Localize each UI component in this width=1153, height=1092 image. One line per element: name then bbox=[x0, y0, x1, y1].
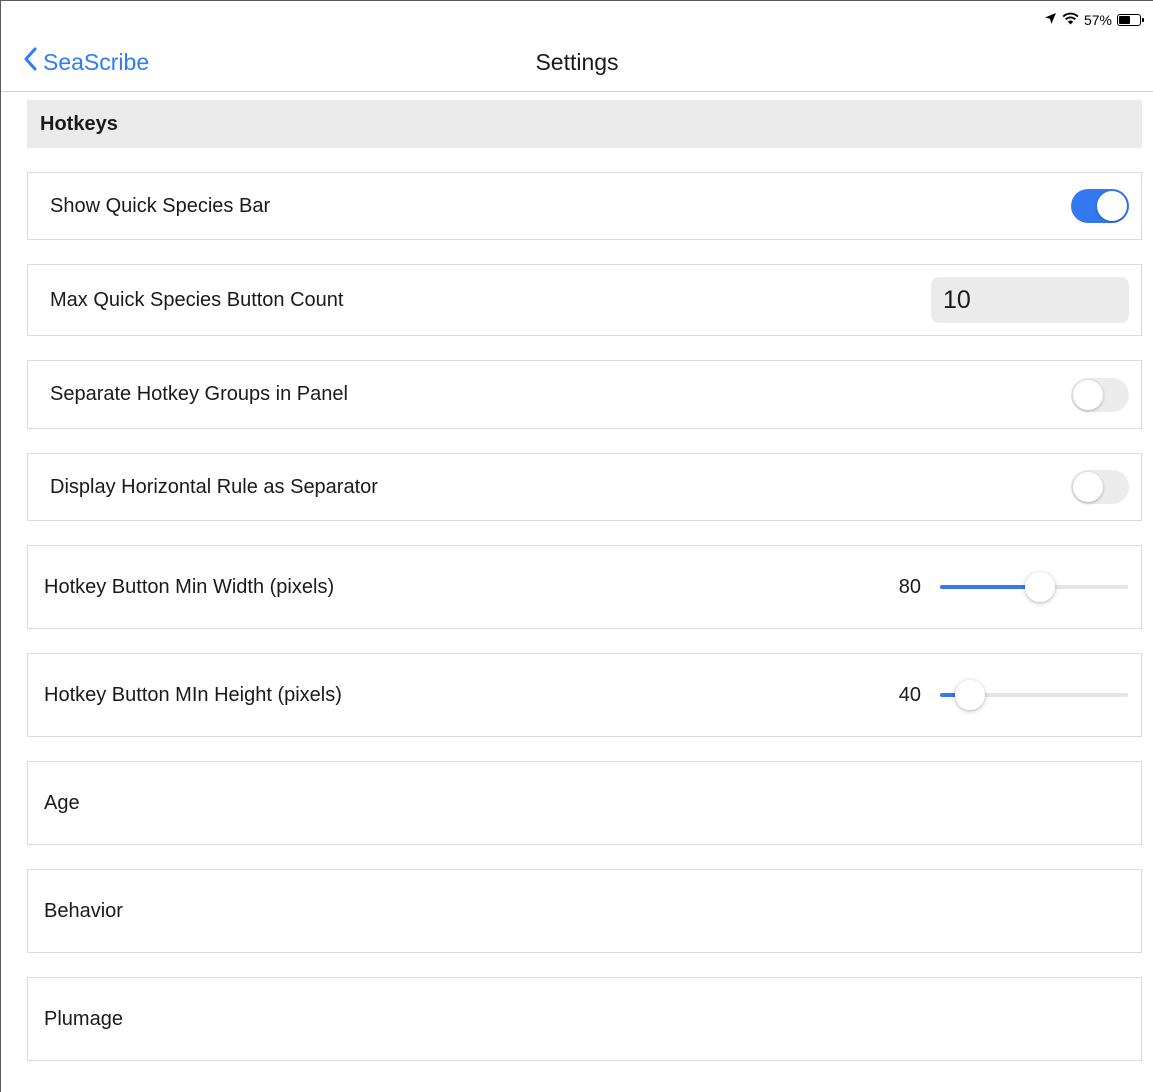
show-quick-species-bar-toggle[interactable] bbox=[1071, 189, 1129, 223]
app-window: 57% SeaScribe Settings Hotkeys Show Quic… bbox=[0, 0, 1153, 1092]
wifi-icon bbox=[1062, 12, 1079, 28]
location-arrow-icon bbox=[1044, 12, 1057, 28]
slider-thumb[interactable] bbox=[1024, 572, 1055, 602]
setting-row-behavior[interactable]: Behavior bbox=[27, 869, 1142, 953]
setting-row-plumage[interactable]: Plumage bbox=[27, 977, 1142, 1061]
separate-hotkey-groups-toggle[interactable] bbox=[1071, 377, 1129, 412]
battery-percent: 57% bbox=[1083, 12, 1112, 28]
setting-label: Age bbox=[44, 791, 80, 814]
setting-label: Plumage bbox=[44, 1007, 123, 1030]
toggle-knob bbox=[1097, 191, 1127, 221]
page-title: Settings bbox=[535, 49, 619, 75]
setting-label: Hotkey Button Min Width (pixels) bbox=[44, 575, 335, 598]
slider-value: 80 bbox=[898, 575, 921, 598]
setting-label: Max Quick Species Button Count bbox=[50, 288, 344, 311]
setting-row-age[interactable]: Age bbox=[27, 761, 1142, 845]
display-horizontal-rule-toggle[interactable] bbox=[1071, 470, 1129, 504]
navigation-bar: SeaScribe Settings bbox=[1, 39, 1153, 92]
setting-label: Display Horizontal Rule as Separator bbox=[50, 475, 378, 498]
setting-row-hotkey-min-width: Hotkey Button Min Width (pixels) 80 bbox=[27, 545, 1142, 629]
toggle-knob bbox=[1073, 472, 1103, 502]
setting-row-max-quick-species-count: Max Quick Species Button Count bbox=[27, 264, 1142, 336]
max-quick-species-count-input[interactable] bbox=[931, 277, 1129, 323]
hotkey-min-width-slider[interactable] bbox=[940, 572, 1128, 602]
slider-value: 40 bbox=[898, 683, 921, 706]
battery-tip bbox=[1142, 18, 1144, 22]
setting-label: Hotkey Button MIn Height (pixels) bbox=[44, 683, 342, 706]
section-title: Hotkeys bbox=[40, 112, 118, 135]
setting-row-separate-hotkey-groups: Separate Hotkey Groups in Panel bbox=[27, 360, 1142, 429]
toggle-knob bbox=[1073, 379, 1103, 410]
setting-row-display-horizontal-rule: Display Horizontal Rule as Separator bbox=[27, 453, 1142, 521]
setting-label: Behavior bbox=[44, 899, 123, 922]
setting-row-hotkey-min-height: Hotkey Button MIn Height (pixels) 40 bbox=[27, 653, 1142, 737]
battery-icon bbox=[1117, 14, 1144, 26]
section-header-hotkeys: Hotkeys bbox=[27, 100, 1142, 148]
hotkey-min-height-slider[interactable] bbox=[940, 680, 1128, 710]
setting-label: Separate Hotkey Groups in Panel bbox=[50, 383, 348, 405]
status-bar: 57% bbox=[1044, 9, 1144, 31]
setting-label: Show Quick Species Bar bbox=[50, 194, 271, 217]
battery-level bbox=[1119, 16, 1131, 24]
slider-thumb[interactable] bbox=[955, 680, 986, 710]
setting-row-show-quick-species-bar: Show Quick Species Bar bbox=[27, 172, 1142, 240]
